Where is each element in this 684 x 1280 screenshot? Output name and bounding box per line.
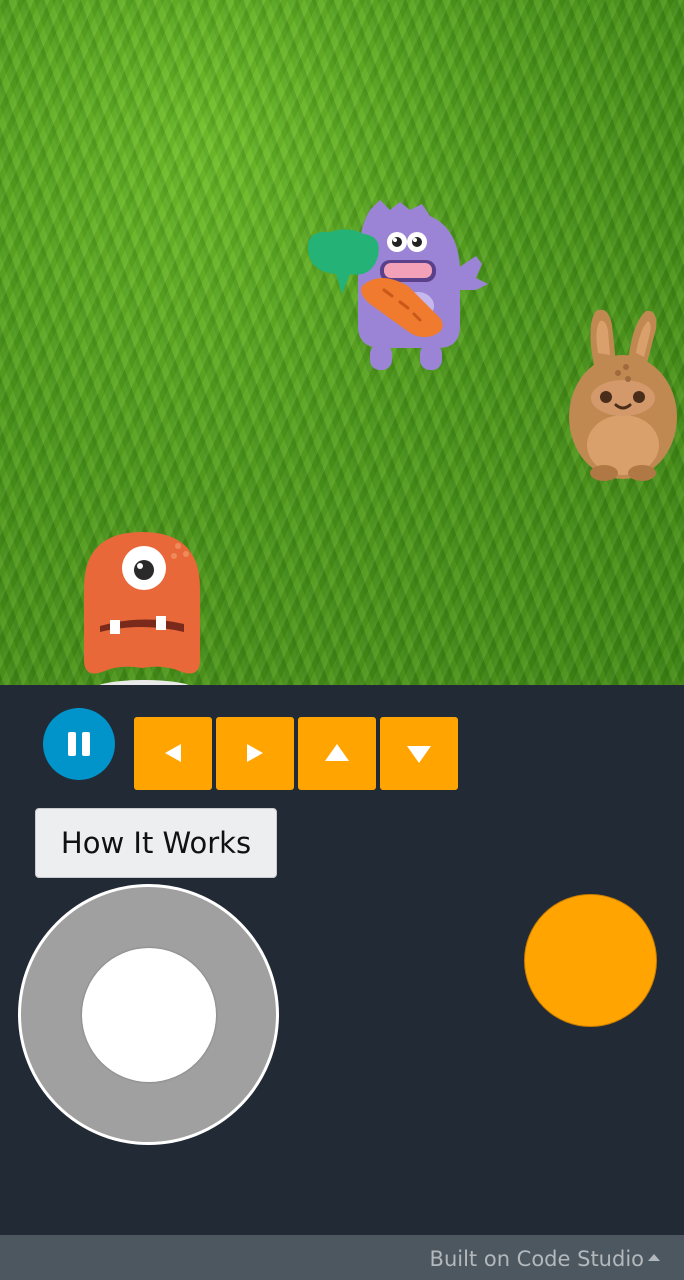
action-button[interactable] xyxy=(524,894,657,1027)
down-arrow-button[interactable] xyxy=(380,717,458,790)
left-arrow-icon xyxy=(165,744,181,762)
pause-icon-bar xyxy=(82,732,90,756)
caret-up-icon xyxy=(648,1253,660,1261)
game-stage[interactable] xyxy=(0,0,684,685)
joystick-knob[interactable] xyxy=(82,948,216,1082)
right-arrow-button[interactable] xyxy=(216,717,294,790)
pause-button[interactable] xyxy=(43,708,115,780)
how-it-works-button[interactable]: How It Works xyxy=(35,808,277,878)
left-arrow-button[interactable] xyxy=(134,717,212,790)
footer-bar: Built on Code Studio xyxy=(0,1235,684,1280)
footer-label: Built on Code Studio xyxy=(429,1247,644,1271)
built-on-code-studio-link[interactable]: Built on Code Studio xyxy=(430,1247,660,1271)
brown-bunny-sprite xyxy=(569,309,677,481)
up-arrow-button[interactable] xyxy=(298,717,376,790)
orange-monster-sprite xyxy=(84,532,200,685)
controls-panel: How It Works xyxy=(0,685,684,1235)
purple-monster-sprite xyxy=(307,200,488,370)
down-arrow-icon xyxy=(407,746,431,763)
right-arrow-icon xyxy=(247,744,263,762)
up-arrow-icon xyxy=(325,744,349,761)
pause-icon xyxy=(68,732,76,756)
virtual-joystick[interactable] xyxy=(18,884,279,1145)
